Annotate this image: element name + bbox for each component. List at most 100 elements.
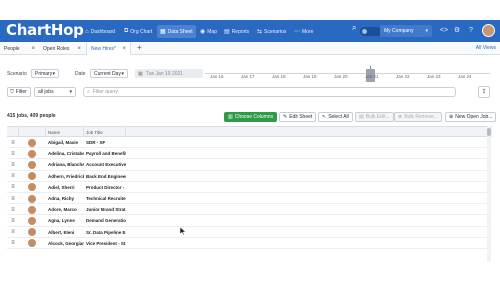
row-drag-handle-icon[interactable]: ≡	[7, 215, 19, 226]
cell-job-title[interactable]: Demand Generatio...	[86, 215, 126, 226]
scrollbar-thumb[interactable]	[487, 128, 491, 136]
date-mode-select[interactable]: Current Day ▾	[90, 69, 128, 78]
jobs-scope-value: all jobs	[38, 89, 54, 95]
nav-data-sheet[interactable]: ▦ Data Sheet	[157, 25, 196, 38]
close-icon[interactable]: ×	[31, 46, 35, 52]
cell-name[interactable]: Adna, Richy	[48, 193, 84, 204]
cell-name[interactable]: Albert, Eleni	[48, 227, 84, 238]
close-icon[interactable]: ×	[122, 46, 126, 52]
charthop-logo[interactable]: ChartHop	[6, 21, 84, 39]
export-icon[interactable]: ⇪	[478, 86, 490, 98]
search-icon[interactable]: ⌕	[352, 23, 356, 33]
person-avatar[interactable]	[28, 239, 36, 248]
person-avatar[interactable]	[28, 183, 36, 192]
cell-job-title[interactable]: Back End Engineer	[86, 171, 126, 182]
header-name[interactable]: Name	[46, 127, 84, 137]
table-scrollbar[interactable]	[487, 126, 491, 262]
date-picker[interactable]: ▦ Tue Jan 19 2021	[135, 69, 203, 78]
table-row[interactable]: ≡ Adiel, Sherri Product Director - ...	[7, 182, 492, 193]
timeline-tick-label: Jan 20	[334, 74, 348, 79]
row-drag-handle-icon[interactable]: ≡	[7, 182, 19, 193]
code-icon[interactable]: <>	[439, 26, 449, 36]
table-row[interactable]: ≡ Alcock, Georgiana Vice President - St...	[7, 238, 492, 249]
select-all-button[interactable]: ↖ Select All	[318, 112, 353, 122]
person-avatar[interactable]	[28, 138, 36, 147]
mode-toggle[interactable]	[360, 27, 382, 36]
tab-label: New Hires*	[91, 45, 117, 52]
cell-name[interactable]: Alcock, Georgiana	[48, 238, 84, 249]
nav-more[interactable]: ⋯ More	[291, 25, 316, 38]
table-row[interactable]: ≡ Adriana, Blanche Account Executive...	[7, 159, 492, 171]
header-job-title[interactable]: Job Title	[84, 127, 126, 137]
timeline-tick-label: Jan 16	[210, 74, 224, 79]
tab-people[interactable]: People ×	[0, 42, 39, 55]
scenario-select[interactable]: Primary ▾	[31, 69, 59, 78]
row-drag-handle-icon[interactable]: ≡	[7, 171, 19, 182]
person-avatar[interactable]	[28, 205, 36, 214]
tab-new-hires[interactable]: New Hires* ×	[86, 42, 131, 55]
top-nav-bar: ChartHop ⌂ Dashboard ⧉ Org Chart ▦ Data …	[0, 20, 500, 42]
table-row[interactable]: ≡ Agna, Lynne Demand Generatio...	[7, 215, 492, 227]
cell-job-title[interactable]: Payroll and Benefits	[86, 148, 126, 159]
table-row[interactable]: ≡ Adhern, Friedrick Back End Engineer	[7, 171, 492, 182]
choose-columns-button[interactable]: ▥ Choose Columns	[224, 112, 278, 122]
cell-name[interactable]: Agna, Lynne	[48, 215, 84, 226]
table-row[interactable]: ≡ Abigail, Maxie SDR - SF	[7, 137, 492, 149]
cursor-select-icon: ↖	[322, 114, 327, 120]
nav-map[interactable]: ◉ Map	[197, 25, 220, 38]
row-drag-handle-icon[interactable]: ≡	[7, 227, 19, 238]
person-avatar[interactable]	[28, 194, 36, 203]
nav-org-chart[interactable]: ⧉ Org Chart	[121, 25, 155, 38]
company-selector[interactable]: My Company ▾	[380, 25, 432, 37]
table-row[interactable]: ≡ Albert, Eleni Sr. Data Pipeline E...	[7, 227, 492, 238]
cell-name[interactable]: Adore, Marco	[48, 204, 84, 215]
cell-job-title[interactable]: Account Executive...	[86, 159, 126, 170]
filter-button[interactable]: ⛉ Filter	[7, 87, 31, 97]
table-row[interactable]: ≡ Adore, Marco Junior Brand Strat...	[7, 204, 492, 216]
new-open-job-button[interactable]: ⊕ New Open Job...	[445, 112, 497, 122]
close-icon[interactable]: ×	[77, 46, 81, 52]
help-icon[interactable]: ?	[466, 26, 476, 36]
table-row[interactable]: ≡ Adna, Richy Technical Recruiter	[7, 193, 492, 205]
nav-scenarios[interactable]: ⇆ Scenarios	[254, 25, 289, 38]
person-avatar[interactable]	[28, 160, 36, 169]
jobs-scope-select[interactable]: all jobs ▾	[34, 87, 76, 97]
bulk-remove-button[interactable]: ⊗ Bulk Remove...	[394, 112, 443, 122]
all-views-link[interactable]: All Views	[476, 45, 496, 51]
cell-name[interactable]: Adriana, Blanche	[48, 159, 84, 170]
row-drag-handle-icon[interactable]: ≡	[7, 148, 19, 159]
tab-open-roles[interactable]: Open Roles ×	[39, 42, 85, 55]
cell-job-title[interactable]: Sr. Data Pipeline E...	[86, 227, 126, 238]
cell-name[interactable]: Adhern, Friedrick	[48, 171, 84, 182]
cell-name[interactable]: Abigail, Maxie	[48, 137, 84, 148]
search-icon: ⌕	[87, 89, 90, 95]
cell-name[interactable]: Adiel, Sherri	[48, 182, 84, 193]
bulk-edit-button[interactable]: ▤ Bulk Edit...	[355, 112, 394, 122]
scenarios-icon: ⇆	[257, 29, 263, 35]
table-row[interactable]: ≡ Adelina, Cristabel Payroll and Benefits	[7, 148, 492, 160]
add-tab-icon[interactable]: +	[137, 43, 142, 52]
person-avatar[interactable]	[28, 172, 36, 181]
gear-icon[interactable]: ⚙	[452, 26, 462, 36]
cell-job-title[interactable]: Technical Recruiter	[86, 193, 126, 204]
timeline-tick-label: Jan 23	[427, 74, 441, 79]
user-avatar[interactable]	[482, 24, 495, 37]
filter-query-input[interactable]: ⌕ Filter query	[83, 87, 456, 97]
cell-job-title[interactable]: Vice President - St...	[86, 238, 126, 249]
cell-job-title[interactable]: Junior Brand Strat...	[86, 204, 126, 215]
nav-reports[interactable]: ▤ Reports	[221, 25, 252, 38]
nav-dashboard[interactable]: ⌂ Dashboard	[82, 25, 118, 38]
row-drag-handle-icon[interactable]: ≡	[7, 238, 19, 249]
person-avatar[interactable]	[28, 216, 36, 225]
calendar-icon: ▦	[138, 70, 143, 77]
cell-job-title[interactable]: SDR - SF	[86, 137, 126, 148]
row-drag-handle-icon[interactable]: ≡	[7, 137, 19, 148]
edit-sheet-button[interactable]: ✎ Edit Sheet	[279, 112, 317, 122]
cell-name[interactable]: Adelina, Cristabel	[48, 148, 84, 159]
row-drag-handle-icon[interactable]: ≡	[7, 193, 19, 204]
row-drag-handle-icon[interactable]: ≡	[7, 159, 19, 170]
person-avatar[interactable]	[28, 228, 36, 237]
cell-job-title[interactable]: Product Director - ...	[86, 182, 126, 193]
person-avatar[interactable]	[28, 149, 36, 158]
row-drag-handle-icon[interactable]: ≡	[7, 204, 19, 215]
